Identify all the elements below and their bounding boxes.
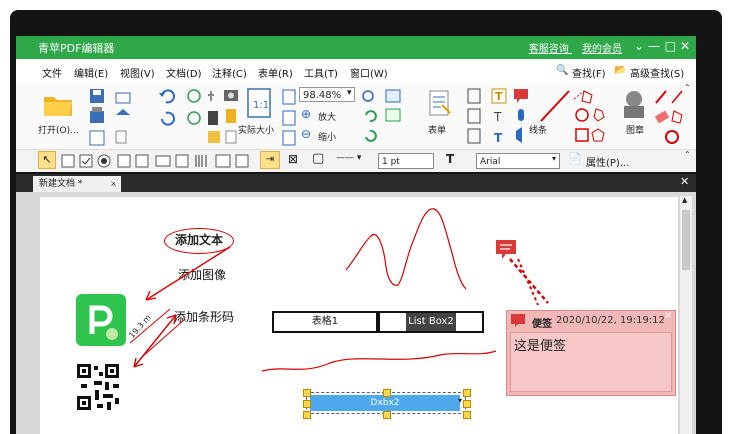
actual-size-icon[interactable]: 1:1 (244, 87, 274, 121)
zoom-out-button[interactable]: 缩小 (318, 130, 336, 143)
stamp-button[interactable]: 图章 (626, 123, 644, 136)
menu-file[interactable]: 文件 (42, 65, 62, 80)
menu-bar: 文件 编辑(E) 视图(V) 文档(D) 注释(C) 表单(R) 工具(T) 窗… (16, 59, 696, 83)
note-pointer-line (509, 258, 549, 304)
menu-document[interactable]: 文档(D) (166, 65, 202, 80)
close-button[interactable]: ✕ (680, 39, 690, 53)
title-bar: 青苹PDF编辑器 客服咨询 我的会员 ⌄ — □ ✕ (16, 36, 696, 59)
menu-form[interactable]: 表单(R) (258, 65, 293, 80)
zoom-out-icon[interactable]: ⊖ (301, 127, 311, 141)
minimize-button[interactable]: — (648, 39, 660, 53)
new-tab-button[interactable]: + (111, 175, 120, 188)
account-link[interactable]: 我的会员 (582, 44, 622, 55)
fill-color-icon[interactable]: ⊠ (288, 152, 298, 166)
svg-text:1:1: 1:1 (253, 100, 269, 111)
form-icon[interactable] (424, 89, 454, 119)
zoom-in-icon[interactable]: ⊕ (301, 107, 311, 121)
form-field-tools[interactable] (60, 153, 260, 169)
resize-handle[interactable] (463, 411, 471, 419)
border-color-icon[interactable]: ▢ (312, 151, 324, 166)
form-button[interactable]: 表单 (428, 123, 446, 136)
listbox-value[interactable]: List Box2 (406, 313, 456, 331)
note-icon (511, 314, 525, 327)
folder-open-icon[interactable] (42, 89, 74, 119)
chevron-down-icon[interactable]: ▾ (347, 88, 352, 98)
table-cell[interactable]: 表格1 (274, 313, 376, 331)
support-link[interactable]: 客服咨询 (529, 44, 569, 55)
chevron-down-icon[interactable]: ▾ (458, 396, 462, 405)
app-title: 青苹PDF编辑器 (38, 42, 115, 55)
vertical-scrollbar[interactable]: ▲ (680, 196, 692, 434)
svg-text:T: T (494, 131, 503, 145)
find-icon[interactable]: 🔍 (556, 65, 568, 76)
note-close-icon[interactable]: × (664, 310, 672, 321)
find-button[interactable]: 查找(F) (572, 65, 606, 80)
menu-comment[interactable]: 注释(C) (212, 65, 247, 80)
resize-handle[interactable] (463, 400, 471, 408)
svg-text:T: T (493, 110, 502, 124)
resize-handle[interactable] (303, 400, 311, 408)
fit-page-icons[interactable] (280, 87, 300, 147)
line-button[interactable]: 线条 (529, 123, 547, 136)
properties-toolbar: ↖ ⇥ ⊠ ▢ —— ▾ 1 pt T Arial ▾ 📄 属性(P)... ⌃ (16, 149, 696, 172)
menu-edit[interactable]: 编辑(E) (74, 65, 108, 80)
advanced-find-button[interactable]: 高级查找(S) (630, 65, 684, 80)
resize-handle[interactable] (383, 411, 391, 419)
ribbon-toolbar: 打开(O)... 1:1 实际大小 98.48% ▾ ⊕ 放大 ⊖ 缩小 表单 … (16, 83, 696, 149)
tab-label: 新建文档 * (39, 179, 83, 189)
scrollbar-thumb[interactable] (682, 210, 690, 270)
arrow-line-to-logo[interactable] (145, 246, 231, 301)
menu-tools[interactable]: 工具(T) (304, 65, 338, 80)
chevron-down-icon[interactable]: ⌄ (634, 39, 644, 53)
chevron-down-icon[interactable]: ▾ (552, 154, 556, 163)
draw-tools-icons[interactable] (652, 87, 692, 147)
zoom-in-button[interactable]: 放大 (318, 110, 336, 123)
comment-icon[interactable] (494, 238, 518, 260)
note-pointer-line (517, 258, 539, 306)
pin-tool-icon[interactable]: ⇥ (260, 151, 280, 169)
text-color-icon[interactable]: T (446, 152, 454, 166)
properties-button[interactable]: 属性(P)... (586, 154, 629, 169)
form-field-icons[interactable]: T T T (464, 87, 534, 147)
line-style-select[interactable]: —— ▾ (336, 153, 361, 163)
freehand-wave[interactable] (261, 350, 497, 372)
scroll-up-icon[interactable]: ▲ (682, 196, 687, 204)
collapse-ribbon-icon[interactable]: ⌃ (684, 83, 691, 92)
resize-handle[interactable] (303, 389, 311, 397)
edit-tools-icons[interactable] (156, 87, 246, 147)
close-document-icon[interactable]: ✕ (680, 175, 689, 188)
resize-handle[interactable] (383, 389, 391, 397)
font-select[interactable]: Arial (476, 153, 560, 169)
note-author: 便签 (532, 319, 552, 330)
collapse-toolbar-icon[interactable]: ⌃ (684, 150, 691, 159)
document-tab-bar: 新建文档 * × + ✕ (16, 174, 696, 192)
freehand-mountain[interactable] (345, 208, 467, 290)
tab-new-document[interactable]: 新建文档 * × (33, 176, 121, 192)
select-tool-icon[interactable]: ↖ (38, 151, 56, 169)
menu-view[interactable]: 视图(V) (120, 65, 155, 80)
advanced-find-icon[interactable]: 📂 (614, 65, 626, 76)
stamp-icon[interactable] (618, 89, 650, 121)
actual-size-button[interactable]: 实际大小 (238, 123, 274, 136)
menu-window[interactable]: 窗口(W) (350, 65, 388, 80)
file-tools-icons[interactable] (88, 87, 148, 147)
resize-handle[interactable] (463, 389, 471, 397)
sticky-note-header: 便签 2020/10/22, 19:19:12 × (506, 310, 676, 331)
note-date: 2020/10/22, 19:19:12 (556, 315, 665, 326)
properties-icon[interactable]: 📄 (568, 152, 582, 165)
open-button[interactable]: 打开(O)... (38, 123, 79, 136)
line-width-value: 1 pt (382, 157, 400, 167)
dimension-ext-line (141, 318, 186, 358)
note-content[interactable]: 这是便签 (510, 332, 672, 392)
view-tools-icons[interactable] (360, 87, 420, 147)
resize-handle[interactable] (303, 411, 311, 419)
maximize-button[interactable]: □ (665, 39, 676, 53)
font-value: Arial (480, 157, 501, 167)
svg-text:T: T (495, 90, 503, 103)
shape-icons[interactable] (574, 107, 614, 147)
combo-box-value[interactable]: Dxbx2 (310, 395, 460, 411)
line-width-select[interactable]: 1 pt (378, 153, 434, 169)
